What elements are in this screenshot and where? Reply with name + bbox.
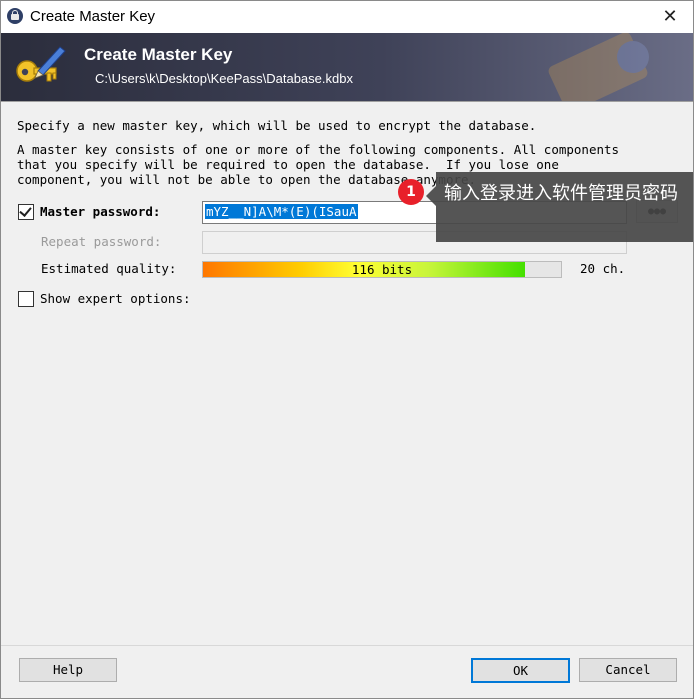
ok-button[interactable]: OK — [471, 658, 570, 683]
quality-bar: 116 bits — [202, 261, 562, 278]
expert-options-checkbox[interactable] — [18, 291, 34, 307]
quality-bits: 116 bits — [351, 262, 413, 277]
banner-background-key-icon — [548, 33, 649, 101]
title-bar: Create Master Key ✕ — [1, 1, 693, 33]
tooltip-arrow — [426, 186, 436, 206]
header-banner: Create Master Key C:\Users\k\Desktop\Kee… — [1, 33, 693, 101]
close-icon[interactable]: ✕ — [647, 1, 693, 33]
expert-options-label: Show expert options: — [40, 291, 191, 306]
step-badge: 1 — [398, 179, 424, 205]
repeat-password-label: Repeat password: — [41, 234, 162, 249]
checkmark-icon — [19, 204, 32, 217]
create-master-key-dialog: Create Master Key ✕ Create Master Key C:… — [0, 0, 694, 699]
banner-divider — [1, 101, 693, 102]
master-password-label: Master password: — [40, 204, 161, 219]
database-path: C:\Users\k\Desktop\KeePass\Database.kdbx — [95, 71, 353, 86]
master-password-value: mYZ__N]A\M*(E)(ISauA — [205, 204, 358, 219]
intro-text: Specify a new master key, which will be … — [17, 118, 537, 133]
help-button[interactable]: Help — [19, 658, 117, 682]
keepass-lock-icon — [7, 8, 23, 24]
cancel-button[interactable]: Cancel — [579, 658, 677, 682]
banner-heading: Create Master Key — [84, 45, 233, 64]
window-title: Create Master Key — [30, 8, 156, 25]
password-length: 20 ch. — [580, 261, 626, 276]
annotation-tooltip: 输入登录进入软件管理员密码 — [436, 172, 693, 242]
master-password-checkbox[interactable] — [18, 204, 34, 220]
key-pen-icon — [16, 46, 66, 82]
estimated-quality-label: Estimated quality: — [41, 261, 177, 276]
